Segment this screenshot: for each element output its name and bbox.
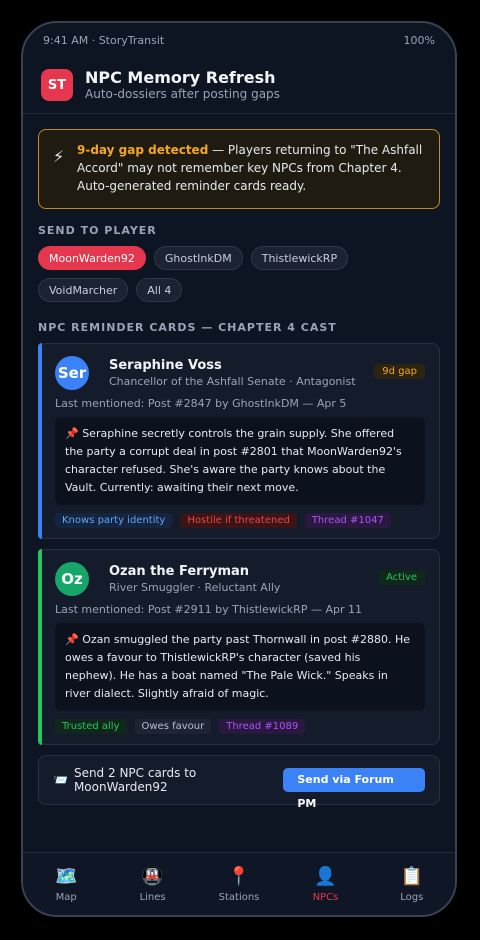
npc-summary-note: 📌 Seraphine secretly controls the grain … <box>55 417 425 505</box>
gap-alert: ⚡ 9-day gap detected — Players returning… <box>38 129 440 209</box>
npc-tag: Owes favour <box>134 719 212 734</box>
npc-avatar: Ser <box>55 356 89 390</box>
tab-map[interactable]: 🗺️ Map <box>23 853 109 915</box>
player-chip-voidmarcher[interactable]: VoidMarcher <box>38 278 129 302</box>
page-title: NPC Memory Refresh <box>85 68 276 87</box>
last-mentioned: Last mentioned: Post #2911 by Thistlewic… <box>55 603 362 616</box>
player-chip-all-4[interactable]: All 4 <box>136 278 183 302</box>
tab-label: NPCs <box>312 891 339 903</box>
tab-stations[interactable]: 📍 Stations <box>196 853 282 915</box>
npc-avatar: Oz <box>55 562 89 596</box>
npc-role: Chancellor of the Ashfall Senate · Antag… <box>109 375 356 388</box>
tab-npcs[interactable]: 👤 NPCs <box>282 853 368 915</box>
npc-status-badge: 9d gap <box>374 364 425 379</box>
person-icon: 👤 <box>314 865 337 887</box>
npc-tag: Hostile if threatened <box>180 513 297 528</box>
phone-frame: 9:41 AM · StoryTransit 100% ST NPC Memor… <box>21 21 457 917</box>
npc-card-ozan-the-ferryman[interactable]: Oz Ozan the Ferryman River Smuggler · Re… <box>38 549 440 745</box>
tab-label: Map <box>55 891 77 903</box>
last-mentioned: Last mentioned: Post #2847 by GhostInkDM… <box>55 397 347 410</box>
send-via-forum-pm-button[interactable]: Send via Forum PM <box>283 768 425 810</box>
npc-tag: Knows party identity <box>55 513 173 528</box>
npc-card-seraphine-voss[interactable]: Ser Seraphine Voss Chancellor of the Ash… <box>38 343 440 539</box>
player-chip-thistlewickrp[interactable]: ThistlewickRP <box>250 246 349 270</box>
npc-tag: Trusted ally <box>55 719 127 734</box>
envelope-icon: 📨 <box>53 773 68 787</box>
send-summary: Send 2 NPC cards to MoonWarden92 <box>73 766 197 794</box>
app-header: ST NPC Memory Refresh Auto-dossiers afte… <box>23 57 455 114</box>
alert-highlight: 9-day gap detected <box>77 143 209 157</box>
battery-level: 100% <box>403 33 435 47</box>
player-chips: MoonWarden92 GhostInkDM ThistlewickRP VoidM… <box>38 246 440 302</box>
status-bar: 9:41 AM · StoryTransit 100% <box>23 23 455 57</box>
npc-summary-note: 📌 Ozan smuggled the party past Thornwall… <box>55 623 425 711</box>
npc-status-badge: Active <box>378 570 425 585</box>
npc-tag[interactable]: Thread #1089 <box>219 719 306 734</box>
npc-name: Ozan the Ferryman <box>109 564 250 579</box>
npc-role: River Smuggler · Reluctant Ally <box>109 581 281 594</box>
npc-name: Seraphine Voss <box>109 358 222 373</box>
page-subtitle: Auto-dossiers after posting gaps <box>85 87 280 101</box>
pin-icon: 📍 <box>227 865 251 887</box>
npc-card-list: Ser Seraphine Voss Chancellor of the Ash… <box>38 343 440 745</box>
clipboard-icon: 📋 <box>400 865 424 887</box>
map-icon: 🗺️ <box>54 865 78 887</box>
tab-lines[interactable]: 🚇 Lines <box>109 853 195 915</box>
tab-label: Lines <box>139 891 166 903</box>
bottom-tab-bar: 🗺️ Map 🚇 Lines 📍 Stations 👤 NPCs 📋 Logs <box>23 852 455 915</box>
npc-tags: Knows party identity Hostile if threatene… <box>55 513 425 528</box>
tab-label: Stations <box>218 891 260 903</box>
tram-icon: 🚇 <box>141 865 164 887</box>
player-chip-moonwarden92[interactable]: MoonWarden92 <box>38 246 146 270</box>
app-logo: ST <box>41 69 73 101</box>
npc-tag[interactable]: Thread #1047 <box>304 513 391 528</box>
send-to-player-label: SEND TO PLAYER <box>38 224 157 237</box>
cards-section-label: NPC REMINDER CARDS — CHAPTER 4 CAST <box>38 321 337 334</box>
npc-tags: Trusted ally Owes favour Thread #1089 <box>55 719 425 734</box>
alert-message: 9-day gap detected — Players returning t… <box>77 141 425 197</box>
tab-logs[interactable]: 📋 Logs <box>369 853 455 915</box>
main-content: ⚡ 9-day gap detected — Players returning… <box>38 129 440 810</box>
status-time: 9:41 AM · StoryTransit <box>43 33 165 47</box>
lightning-icon: ⚡ <box>53 147 65 166</box>
send-bar: 📨 Send 2 NPC cards to MoonWarden92 Send … <box>38 755 440 810</box>
player-chip-ghostinkdm[interactable]: GhostInkDM <box>153 246 243 270</box>
tab-label: Logs <box>400 891 424 903</box>
